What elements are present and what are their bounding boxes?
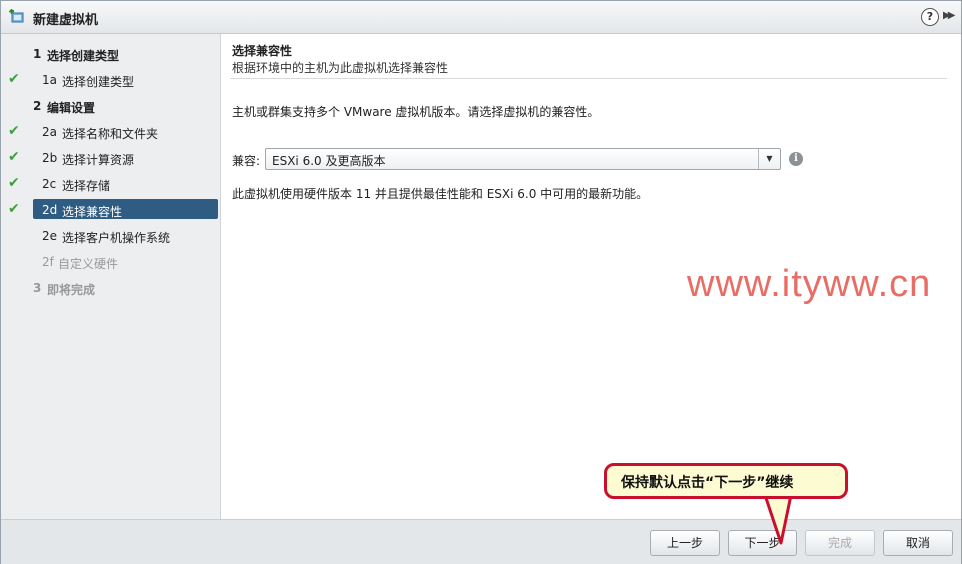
step-label: 编辑设置: [47, 101, 96, 115]
page-title: 选择兼容性: [232, 44, 293, 58]
step-2e[interactable]: 2e 选择客户机操作系统: [1, 225, 220, 247]
step-number: 1: [33, 47, 42, 61]
page-subtitle: 根据环境中的主机为此虚拟机选择兼容性: [232, 61, 449, 75]
callout-pointer: [763, 495, 793, 545]
wizard-footer: 上一步 下一步 完成 取消: [1, 519, 961, 564]
chevron-down-icon[interactable]: ▼: [758, 149, 780, 169]
info-icon[interactable]: i: [789, 152, 803, 166]
step-label: 选择存储: [62, 179, 111, 193]
step-number: 2b: [42, 151, 58, 165]
step-2[interactable]: 2 编辑设置: [1, 95, 220, 117]
step-1a[interactable]: ✔ 1a 选择创建类型: [1, 69, 220, 91]
hardware-version-note: 此虚拟机使用硬件版本 11 并且提供最佳性能和 ESXi 6.0 中可用的最新功…: [232, 187, 649, 201]
help-icon[interactable]: ?: [921, 8, 939, 26]
title-bar: 新建虚拟机 ? ▶▶: [1, 1, 961, 34]
step-number: 3: [33, 281, 42, 295]
step-label: 选择创建类型: [62, 75, 135, 89]
new-vm-icon: [9, 9, 24, 23]
check-icon: ✔: [8, 149, 20, 165]
step-number: 2a: [42, 125, 57, 139]
step-label: 选择创建类型: [47, 49, 120, 63]
active-step-highlight: [33, 199, 218, 219]
compatibility-selected-value: ESXi 6.0 及更高版本: [272, 154, 386, 168]
step-label: 自定义硬件: [58, 257, 119, 271]
check-icon: ✔: [8, 123, 20, 139]
new-vm-wizard-window: 新建虚拟机 ? ▶▶ 1 选择创建类型 ✔ 1a 选择创建类型 2 编辑设置 ✔…: [0, 0, 962, 564]
divider: [230, 78, 947, 79]
step-number: 2f: [42, 255, 54, 269]
step-label: 选择名称和文件夹: [62, 127, 159, 141]
step-number: 2d: [42, 203, 58, 217]
compatibility-description: 主机或群集支持多个 VMware 虚拟机版本。请选择虚拟机的兼容性。: [232, 105, 600, 119]
step-2d[interactable]: ✔ 2d 选择兼容性: [1, 199, 220, 221]
step-2f: 2f 自定义硬件: [1, 251, 220, 273]
step-label: 即将完成: [47, 283, 96, 297]
step-2a[interactable]: ✔ 2a 选择名称和文件夹: [1, 121, 220, 143]
watermark-text: www.ityww.cn: [687, 263, 932, 305]
expand-icon[interactable]: ▶▶: [943, 10, 956, 21]
window-title: 新建虚拟机: [33, 13, 99, 28]
compatibility-label: 兼容:: [232, 154, 261, 168]
back-button[interactable]: 上一步: [650, 530, 720, 556]
step-number: 2c: [42, 177, 57, 191]
step-number: 1a: [42, 73, 57, 87]
check-icon: ✔: [8, 201, 20, 217]
step-3: 3 即将完成: [1, 277, 220, 299]
step-1[interactable]: 1 选择创建类型: [1, 43, 220, 65]
step-2b[interactable]: ✔ 2b 选择计算资源: [1, 147, 220, 169]
wizard-steps-sidebar: 1 选择创建类型 ✔ 1a 选择创建类型 2 编辑设置 ✔ 2a 选择名称和文件…: [1, 34, 221, 519]
cancel-button[interactable]: 取消: [883, 530, 953, 556]
callout-text: 保持默认点击“下一步”继续: [621, 475, 794, 491]
step-number: 2e: [42, 229, 58, 243]
step-label: 选择计算资源: [62, 153, 135, 167]
step-label: 选择客户机操作系统: [62, 231, 171, 245]
compatibility-select[interactable]: ESXi 6.0 及更高版本 ▼: [265, 148, 781, 170]
instruction-callout: 保持默认点击“下一步”继续: [604, 463, 848, 499]
step-label: 选择兼容性: [62, 205, 123, 219]
step-number: 2: [33, 99, 42, 113]
check-icon: ✔: [8, 175, 20, 191]
step-2c[interactable]: ✔ 2c 选择存储: [1, 173, 220, 195]
finish-button: 完成: [805, 530, 875, 556]
check-icon: ✔: [8, 71, 20, 87]
